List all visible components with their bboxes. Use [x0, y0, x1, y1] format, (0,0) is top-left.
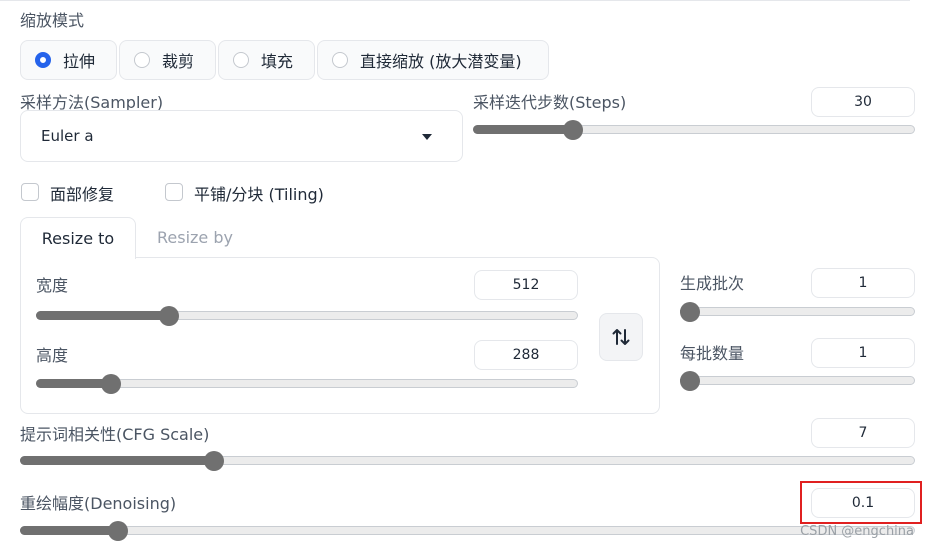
denoising-slider[interactable]	[20, 520, 915, 542]
height-slider-thumb[interactable]	[101, 374, 122, 394]
radio-crop-indicator[interactable]	[134, 52, 150, 68]
radio-crop-label: 裁剪	[162, 52, 195, 71]
batch-count-slider-thumb[interactable]	[680, 302, 700, 322]
restore-faces-checkbox[interactable]	[21, 183, 39, 201]
radio-stretch[interactable]: 拉伸	[20, 40, 117, 80]
watermark-text: CSDN @engchina	[800, 524, 914, 539]
height-slider[interactable]	[36, 373, 578, 395]
radio-stretch-label: 拉伸	[63, 52, 96, 71]
width-slider[interactable]	[36, 305, 578, 327]
width-label: 宽度	[36, 276, 69, 295]
swap-dimensions-button[interactable]	[599, 313, 643, 361]
cfg-scale-input[interactable]: 7	[811, 418, 915, 448]
batch-size-slider-thumb[interactable]	[680, 371, 700, 391]
tiling-label: 平铺/分块 (Tiling)	[194, 185, 324, 204]
steps-label: 采样迭代步数(Steps)	[473, 93, 627, 112]
tab-resize-to[interactable]: Resize to	[20, 217, 136, 259]
cfg-scale-slider-fill	[20, 456, 214, 465]
cfg-scale-label: 提示词相关性(CFG Scale)	[20, 425, 210, 444]
top-divider	[0, 0, 910, 1]
resize-mode-label: 缩放模式	[20, 11, 85, 30]
denoising-slider-track[interactable]	[20, 526, 915, 535]
chevron-down-icon[interactable]	[422, 134, 432, 140]
radio-fill-indicator[interactable]	[233, 52, 249, 68]
sampler-selected-value: Euler a	[41, 127, 94, 145]
width-slider-thumb[interactable]	[158, 306, 179, 326]
batch-size-label: 每批数量	[680, 344, 745, 363]
tiling-checkbox[interactable]	[165, 183, 183, 201]
batch-count-slider-track[interactable]	[680, 307, 915, 316]
denoising-label: 重绘幅度(Denoising)	[20, 494, 177, 513]
width-slider-fill	[36, 311, 169, 320]
swap-arrows-icon	[612, 329, 630, 345]
tab-resize-by[interactable]: Resize by	[157, 217, 233, 259]
steps-input[interactable]: 30	[811, 87, 915, 117]
batch-size-input[interactable]: 1	[811, 338, 915, 368]
radio-fill-label: 填充	[261, 52, 294, 71]
height-label: 高度	[36, 346, 69, 365]
radio-crop[interactable]: 裁剪	[119, 40, 216, 80]
batch-count-input[interactable]: 1	[811, 268, 915, 298]
cfg-scale-slider[interactable]	[20, 450, 915, 472]
batch-size-slider[interactable]	[680, 370, 915, 392]
sampler-dropdown[interactable]: Euler a	[20, 110, 463, 162]
radio-latent-upscale-label: 直接缩放 (放大潜变量)	[360, 52, 522, 71]
restore-faces-label: 面部修复	[50, 185, 115, 204]
denoising-slider-fill	[20, 526, 118, 535]
radio-fill[interactable]: 填充	[218, 40, 315, 80]
batch-count-label: 生成批次	[680, 274, 745, 293]
batch-count-slider[interactable]	[680, 301, 915, 323]
denoising-slider-thumb[interactable]	[107, 521, 128, 541]
denoising-highlight-annotation	[800, 481, 922, 524]
steps-slider-thumb[interactable]	[563, 120, 584, 140]
radio-latent-upscale[interactable]: 直接缩放 (放大潜变量)	[317, 40, 549, 80]
batch-size-slider-track[interactable]	[680, 376, 915, 385]
height-slider-fill	[36, 379, 112, 388]
height-input[interactable]: 288	[474, 340, 578, 370]
steps-slider-fill	[473, 125, 574, 134]
width-input[interactable]: 512	[474, 270, 578, 300]
radio-latent-upscale-indicator[interactable]	[332, 52, 348, 68]
cfg-scale-slider-thumb[interactable]	[203, 451, 224, 471]
radio-stretch-indicator[interactable]	[35, 52, 51, 68]
steps-slider[interactable]	[473, 119, 915, 141]
